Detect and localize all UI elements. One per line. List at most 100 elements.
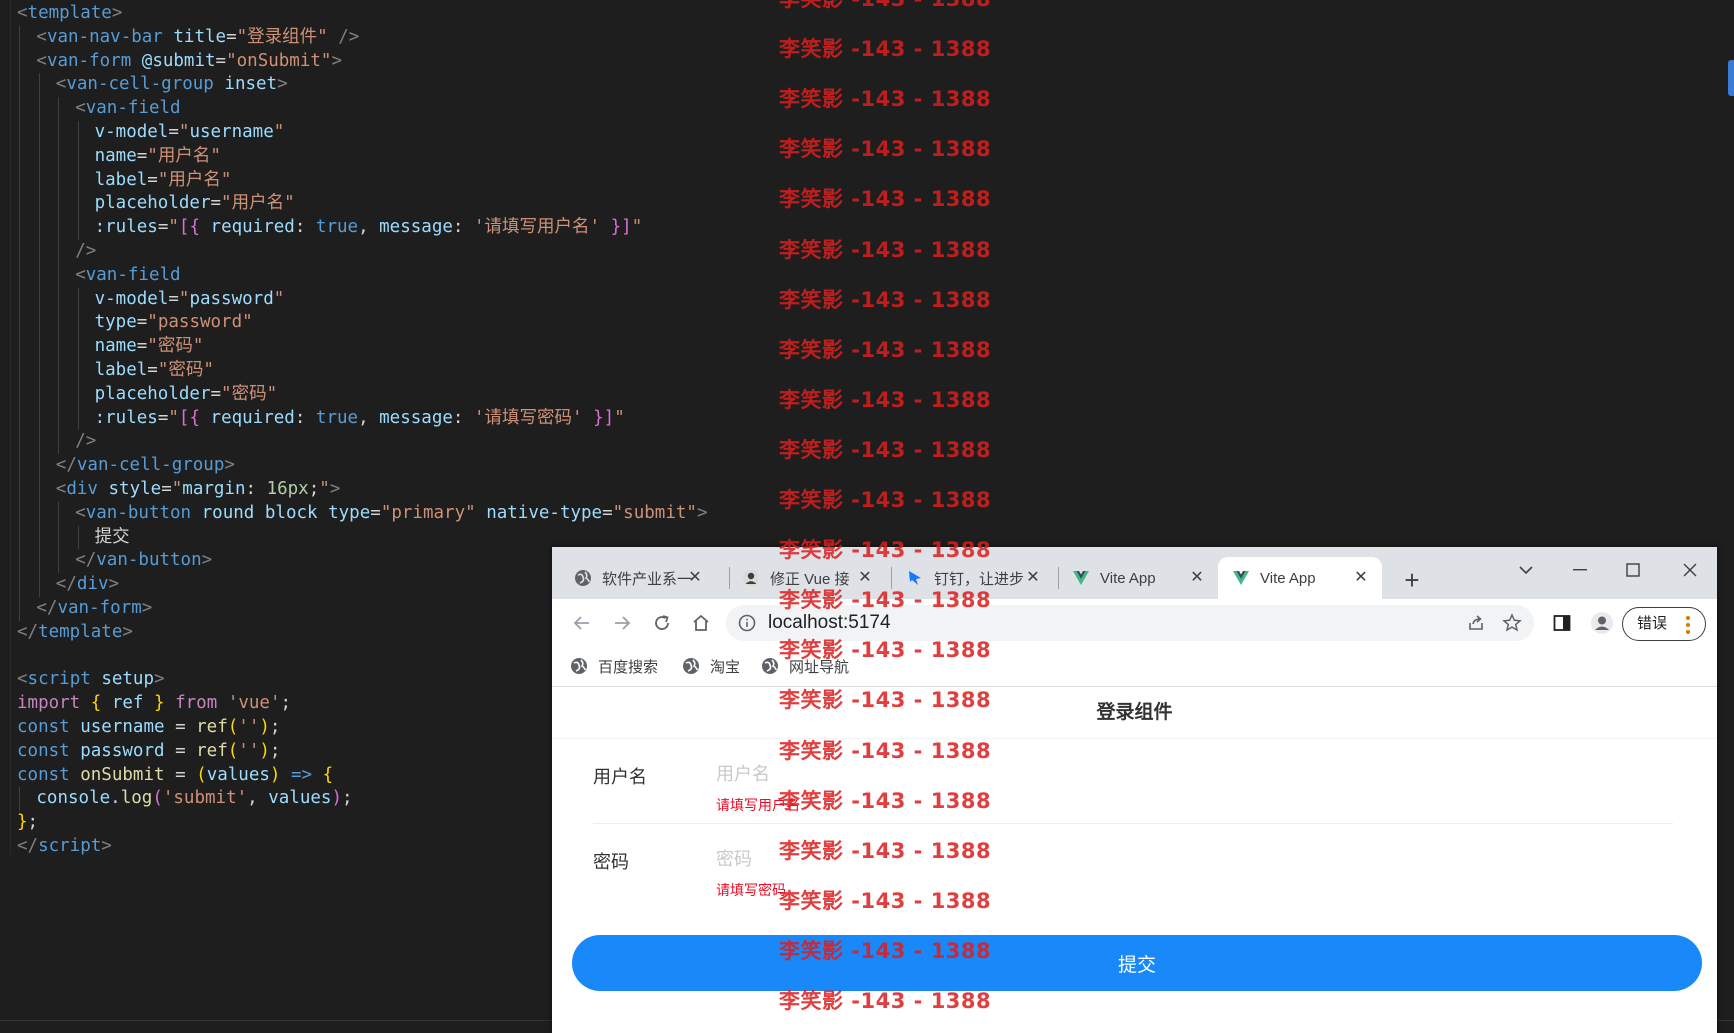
code-token: >: [108, 574, 120, 595]
account-avatar-icon[interactable]: [1590, 611, 1614, 640]
maximize-icon[interactable]: [1613, 555, 1653, 585]
username-input[interactable]: [716, 761, 1616, 787]
code-token: =: [210, 383, 222, 404]
indent-guide: [38, 501, 40, 526]
code-token: const: [17, 764, 70, 785]
more-menu-icon[interactable]: [1685, 615, 1691, 640]
indent-guide: [58, 97, 60, 121]
indent-guide: [38, 216, 40, 240]
code-text: placeholder="密码": [95, 383, 278, 407]
code-token: >: [111, 3, 123, 23]
code-token: :: [294, 217, 316, 238]
code-token: 提交: [94, 526, 130, 547]
code-text: :rules="[{ required: true, message: '请填写…: [95, 407, 625, 431]
close-icon[interactable]: ✕: [1188, 569, 1206, 587]
code-token: />: [75, 431, 97, 452]
indent-guide: [19, 787, 21, 812]
indent-guide: [77, 525, 79, 550]
browser-window: 软件产业系一 ✕ 修正 Vue 接 ✕ 钉钉，让进步 ✕ Vite App ✕: [552, 547, 1717, 1033]
tab-1[interactable]: 软件产业系一 ✕: [574, 557, 704, 599]
password-input[interactable]: [716, 846, 1616, 872]
indent-guide: [19, 216, 21, 240]
home-icon[interactable]: [689, 611, 713, 635]
code-token: const: [17, 740, 70, 761]
code-token: (: [227, 740, 239, 761]
close-icon[interactable]: ✕: [856, 569, 874, 587]
indent-guide: [38, 239, 40, 264]
indent-guide: [19, 263, 21, 288]
indent-guide: [19, 25, 21, 50]
browser-toolbar: localhost:5174 错误: [552, 599, 1717, 647]
tab-2[interactable]: 修正 Vue 接 ✕: [742, 557, 874, 599]
code-token: v-model: [94, 288, 169, 309]
code-token: ;: [308, 478, 320, 499]
code-token: ref: [111, 693, 144, 714]
error-profile-button[interactable]: 错误: [1622, 607, 1706, 641]
code-token: {: [322, 764, 334, 785]
username-field: 用户名 请填写用户名: [593, 747, 1673, 833]
bookmark-item[interactable]: 百度搜索: [570, 655, 658, 677]
code-token: ": [171, 478, 183, 499]
indent-guide: [19, 406, 21, 431]
code-token: van-form: [46, 50, 132, 71]
code-token: </: [17, 621, 39, 642]
indent-guide: [19, 573, 21, 597]
avatar-icon: [742, 569, 760, 587]
share-icon[interactable]: [1466, 613, 1486, 638]
site-info-icon[interactable]: [738, 614, 756, 637]
indent-guide: [77, 382, 79, 407]
bookmark-item[interactable]: 网址导航: [761, 655, 849, 677]
code-token: =: [168, 288, 179, 309]
back-arrow-icon[interactable]: [570, 611, 594, 635]
code-text: console.log('submit', values);: [36, 787, 352, 811]
side-panel-icon[interactable]: [1552, 613, 1572, 638]
close-icon[interactable]: ✕: [1352, 569, 1370, 587]
code-token: "用户名": [221, 193, 295, 214]
bookmark-star-icon[interactable]: [1502, 613, 1522, 638]
code-token: :rules: [94, 217, 158, 238]
indent-guide: [19, 287, 21, 312]
indent-guide: [38, 382, 40, 407]
code-text: <script setup>: [17, 668, 165, 692]
tab-3[interactable]: 钉钉，让进步 ✕: [906, 557, 1042, 599]
indent-guide: [58, 263, 60, 288]
code-token: ;: [280, 693, 292, 714]
indent-guide: [38, 549, 40, 574]
reload-icon[interactable]: [650, 611, 674, 635]
code-text: />: [75, 430, 96, 454]
indent-guide: [77, 335, 79, 359]
code-token: template: [38, 621, 123, 642]
indent-guide: [38, 287, 40, 312]
code-token: =: [168, 121, 179, 142]
code-token: message: [379, 217, 453, 238]
address-bar[interactable]: localhost:5174: [726, 605, 1534, 641]
username-error: 请填写用户名: [716, 797, 800, 813]
close-window-icon[interactable]: [1670, 555, 1710, 585]
scrollbar-thumb[interactable]: [1728, 60, 1734, 96]
password-field: 密码 请填写密码: [593, 832, 1673, 918]
new-tab-icon[interactable]: +: [1398, 567, 1426, 595]
tab-5-active[interactable]: Vite App ✕: [1218, 557, 1382, 599]
code-token: :: [452, 407, 474, 428]
code-token: values: [206, 764, 270, 785]
minimize-icon[interactable]: [1560, 555, 1600, 585]
tab-search-chevron-icon[interactable]: [1506, 555, 1546, 585]
close-icon[interactable]: ✕: [686, 569, 704, 587]
forward-arrow-icon[interactable]: [610, 611, 634, 635]
indent-guide: [38, 263, 40, 288]
code-token: name: [94, 336, 137, 357]
code-text: name="用户名": [95, 145, 221, 169]
close-icon[interactable]: ✕: [1024, 569, 1042, 587]
code-token: van-button: [96, 550, 202, 571]
code-token: }: [154, 693, 165, 714]
url-text[interactable]: localhost:5174: [768, 605, 891, 641]
submit-button[interactable]: 提交: [572, 935, 1702, 991]
code-token: =: [164, 764, 197, 785]
tab-4[interactable]: Vite App ✕: [1072, 557, 1206, 599]
code-token: <: [75, 98, 86, 119]
bookmark-item[interactable]: 淘宝: [682, 655, 740, 677]
